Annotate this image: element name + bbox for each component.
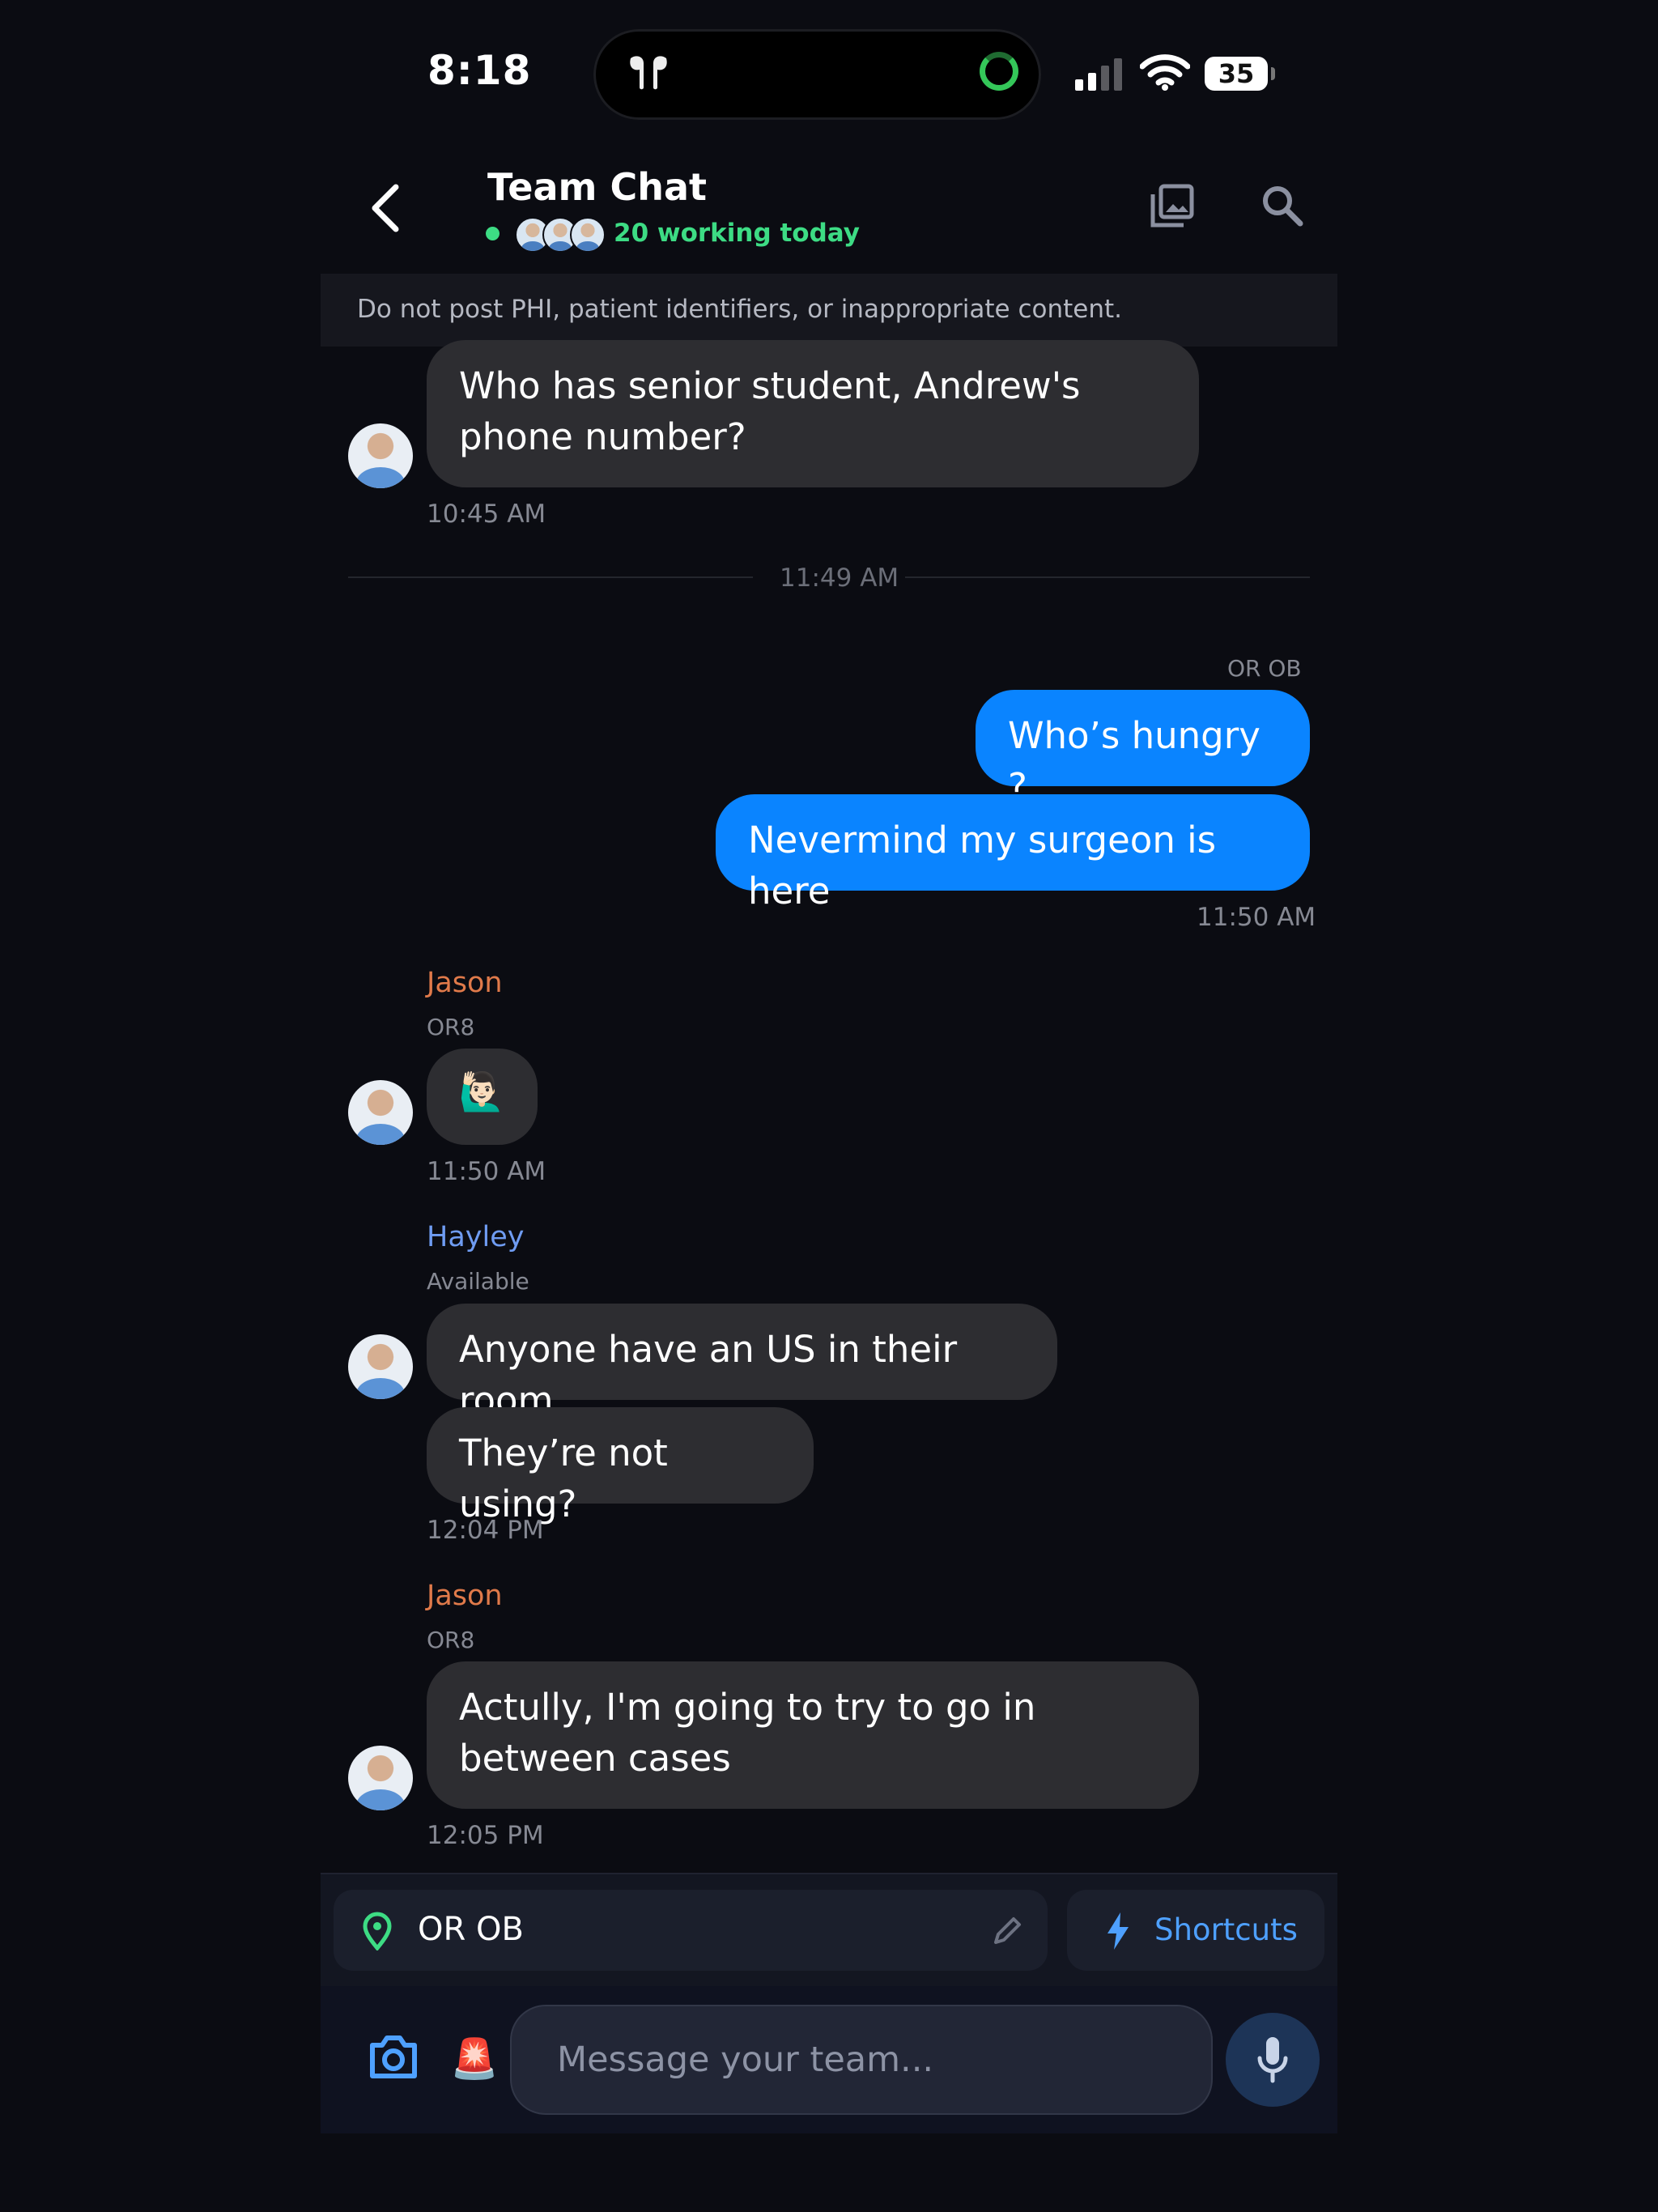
back-arrow-icon[interactable] xyxy=(368,182,404,234)
microphone-icon xyxy=(1257,2037,1288,2083)
divider-line xyxy=(348,576,753,578)
sender-name[interactable]: Hayley xyxy=(427,1221,524,1253)
emoji-message-bubble[interactable]: 🙋🏻‍♂️ xyxy=(427,1049,538,1145)
camera-icon[interactable] xyxy=(368,2034,419,2081)
sender-avatar[interactable] xyxy=(348,423,413,488)
status-time: 8:18 xyxy=(427,47,532,94)
time-divider: 11:49 AM xyxy=(780,564,899,593)
online-indicator xyxy=(486,227,500,240)
message-bubble[interactable]: They’re not using? xyxy=(427,1407,814,1525)
message-time: 11:50 AM xyxy=(1197,903,1316,932)
message-bubble[interactable]: Who has senior student, Andrew's phone n… xyxy=(427,340,1199,487)
my-message-bubble[interactable]: Who’s hungry ? xyxy=(976,690,1310,808)
message-time: 12:05 PM xyxy=(427,1821,544,1850)
sender-avatar[interactable] xyxy=(348,1080,413,1145)
sender-status: Available xyxy=(427,1268,529,1295)
sender-avatar[interactable] xyxy=(348,1334,413,1399)
chat-title[interactable]: Team Chat xyxy=(487,165,707,209)
my-message-bubble[interactable]: Nevermind my surgeon is here xyxy=(716,794,1310,912)
activity-ring-icon xyxy=(980,52,1018,91)
search-icon[interactable] xyxy=(1260,183,1305,228)
microphone-button[interactable] xyxy=(1226,2013,1320,2107)
divider-line xyxy=(905,576,1310,578)
content-notice: Do not post PHI, patient identifiers, or… xyxy=(321,274,1337,347)
wifi-icon xyxy=(1140,54,1190,91)
sender-name[interactable]: Jason xyxy=(427,1580,503,1612)
working-today-count[interactable]: 20 working today xyxy=(614,219,860,248)
message-time: 10:45 AM xyxy=(427,500,546,529)
cellular-signal-icon xyxy=(1075,58,1122,91)
gallery-icon[interactable] xyxy=(1150,183,1195,228)
lightning-icon xyxy=(1107,1912,1129,1950)
sender-name[interactable]: Jason xyxy=(427,967,503,999)
sender-location: OR8 xyxy=(427,1014,475,1040)
battery-indicator: 35 xyxy=(1205,57,1275,91)
shortcuts-label[interactable]: Shortcuts xyxy=(1154,1912,1298,1947)
message-time: 12:04 PM xyxy=(427,1516,544,1545)
member-avatar xyxy=(570,217,606,253)
location-pin-icon xyxy=(363,1912,392,1950)
edit-pencil-icon[interactable] xyxy=(991,1915,1023,1947)
notice-text: Do not post PHI, patient identifiers, or… xyxy=(357,295,1122,324)
message-time: 11:50 AM xyxy=(427,1157,546,1186)
message-bubble[interactable]: Anyone have an US in their room xyxy=(427,1304,1057,1422)
location-text[interactable]: OR OB xyxy=(418,1911,524,1948)
sender-location: OR8 xyxy=(427,1627,475,1653)
message-input[interactable] xyxy=(510,2005,1213,2115)
my-location: OR OB xyxy=(1227,655,1302,682)
sender-avatar[interactable] xyxy=(348,1746,413,1810)
alert-siren-icon[interactable]: 🚨 xyxy=(450,2035,499,2082)
airpods-icon xyxy=(630,56,667,90)
message-bubble[interactable]: Actully, I'm going to try to go in betwe… xyxy=(427,1661,1199,1809)
dynamic-island xyxy=(593,29,1041,120)
